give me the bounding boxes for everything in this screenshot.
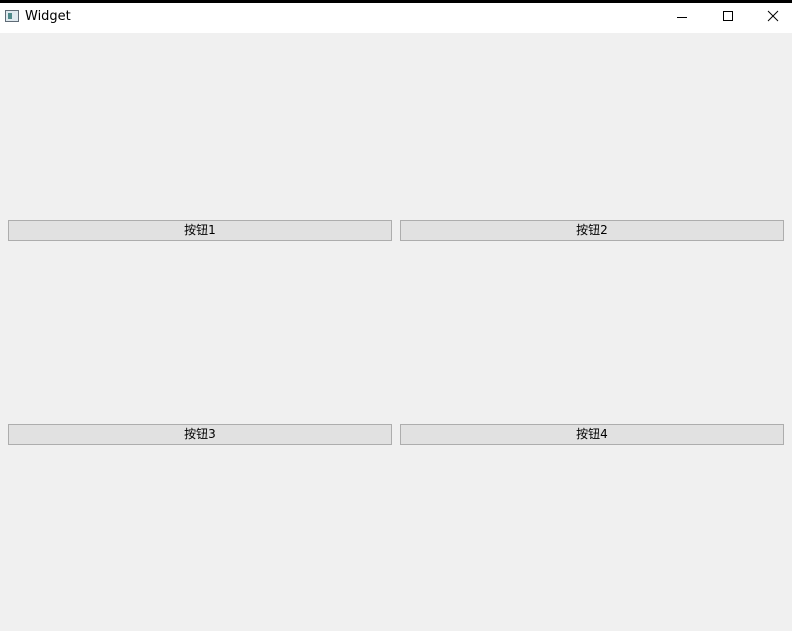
title-bar[interactable]: Widget <box>0 3 792 33</box>
window-app-icon[interactable] <box>5 10 19 22</box>
minimize-button[interactable] <box>659 3 705 33</box>
maximize-icon <box>723 11 733 21</box>
button-3[interactable]: 按钮3 <box>8 424 392 445</box>
maximize-button[interactable] <box>705 3 751 33</box>
app-window: Widget 按钮1 按钮2 按钮3 按钮4 <box>0 0 792 631</box>
button-2[interactable]: 按钮2 <box>400 220 784 241</box>
button-4[interactable]: 按钮4 <box>400 424 784 445</box>
window-title: Widget <box>25 9 71 24</box>
app-icon-glyph <box>8 13 12 19</box>
minimize-icon <box>677 17 687 18</box>
button-1[interactable]: 按钮1 <box>8 220 392 241</box>
close-icon <box>767 10 779 22</box>
close-button[interactable] <box>750 3 792 33</box>
client-area: 按钮1 按钮2 按钮3 按钮4 <box>0 33 792 631</box>
